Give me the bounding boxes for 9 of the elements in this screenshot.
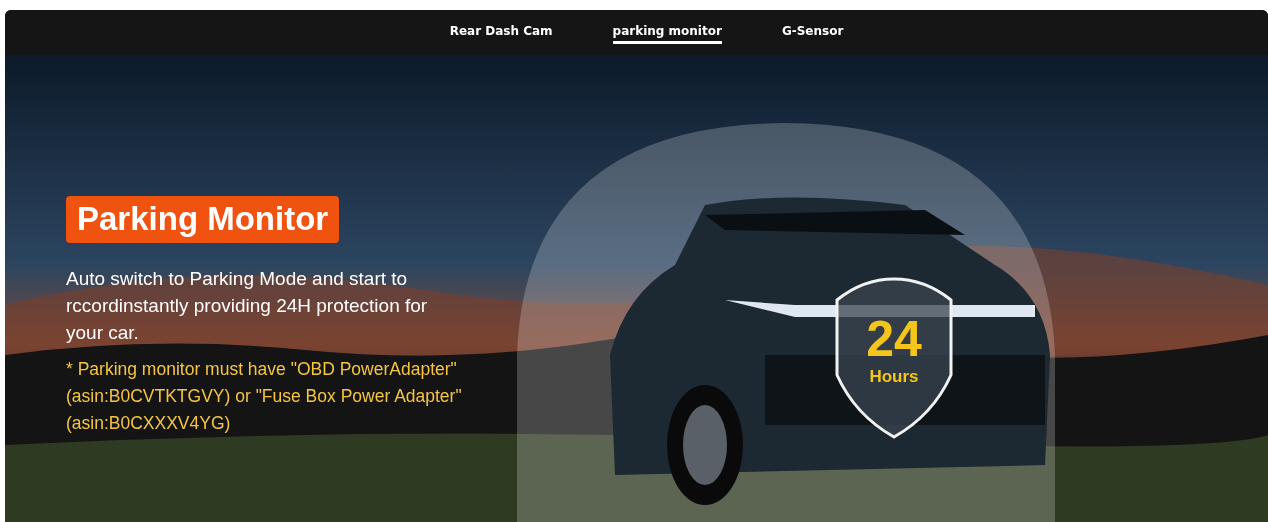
- banner-title: Parking Monitor: [66, 196, 340, 243]
- hours-number: 24: [866, 313, 922, 365]
- note: * Parking monitor must have "OBD PowerAdapter" (asin:B0CVTKTGVY) or "Fuse Box Power Adapter" (asin:B0CXXXV4YG): [66, 358, 463, 435]
- hours-label: Hours: [869, 367, 919, 387]
- shield-icon: [833, 275, 955, 440]
- description: Auto switch to Parking Mode and start to rccordinstantly providing 24H protection for your car.: [66, 267, 429, 345]
- tab[interactable]: parking monitor: [612, 10, 722, 44]
- tab[interactable]: G-Sensor: [781, 10, 844, 44]
- tab[interactable]: Rear Dash Cam: [449, 10, 553, 44]
